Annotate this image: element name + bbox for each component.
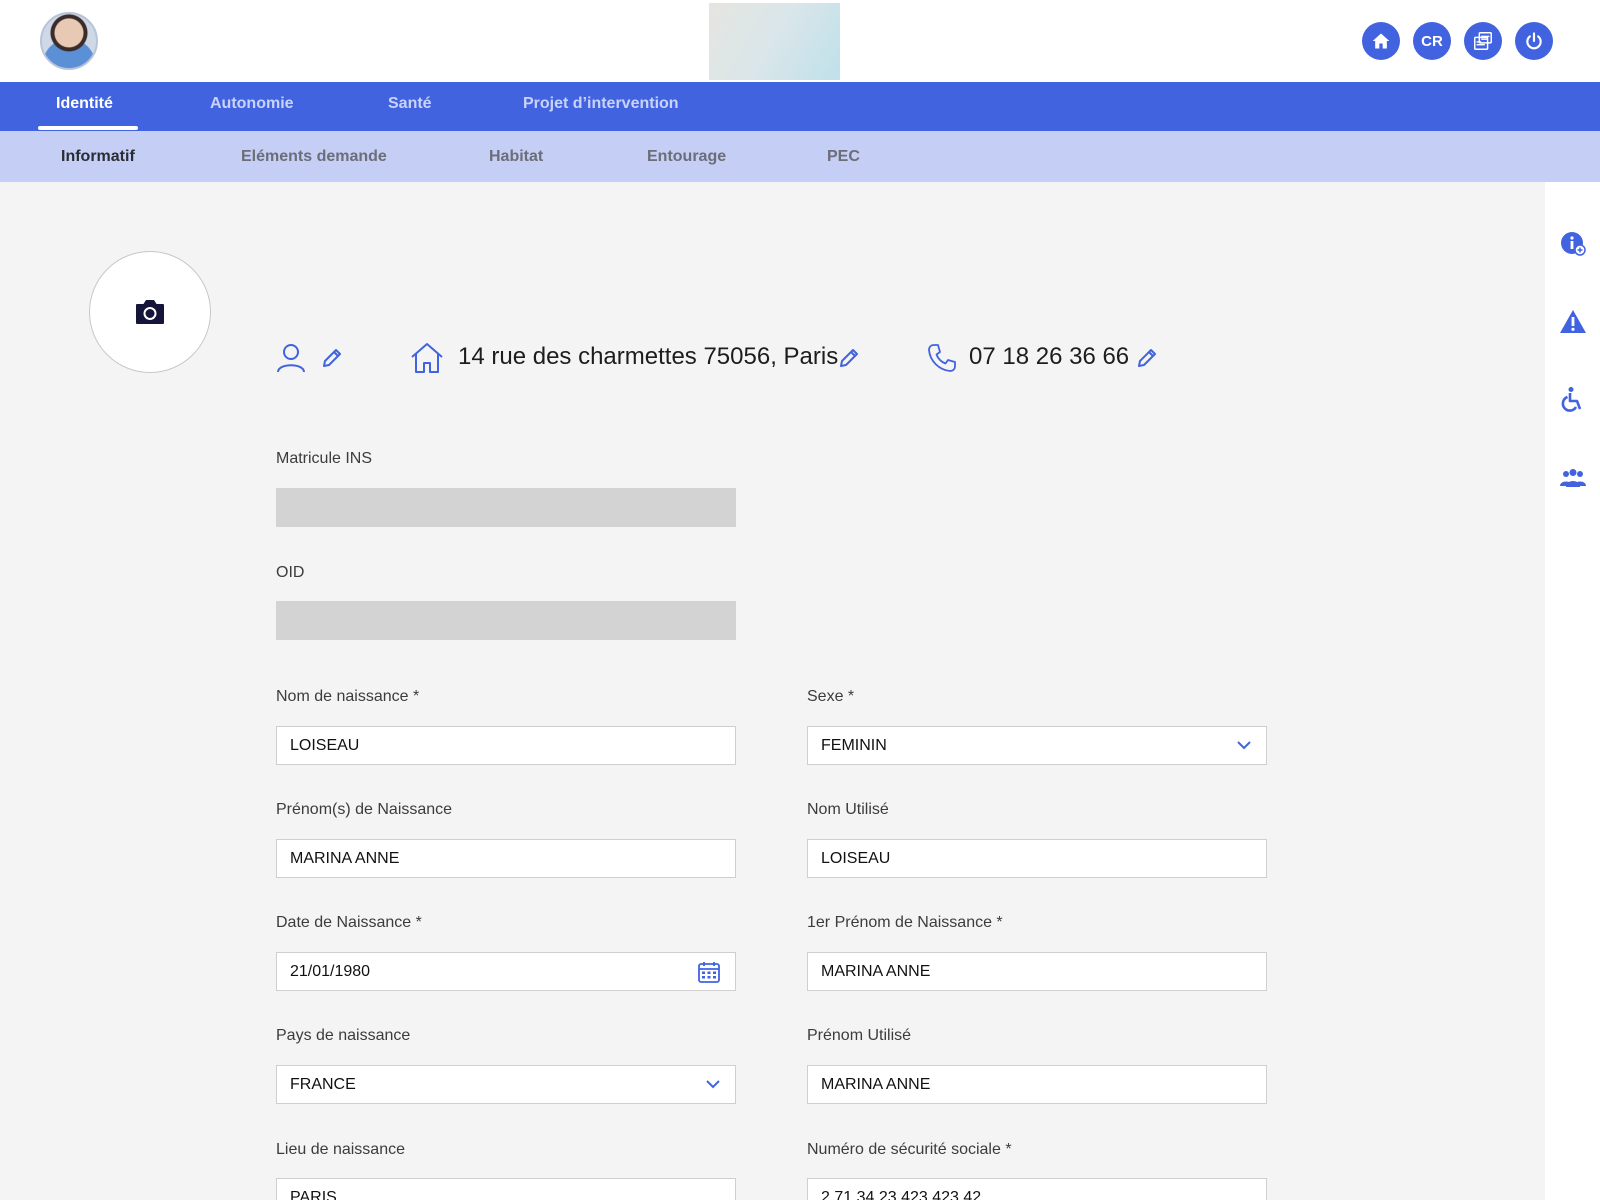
edit-phone-icon[interactable] bbox=[1135, 346, 1159, 370]
label-date-naissance: Date de Naissance * bbox=[276, 914, 422, 931]
date-naissance-value: 21/01/1980 bbox=[290, 963, 371, 980]
subtab-pec[interactable]: PEC bbox=[827, 131, 860, 182]
label-sexe: Sexe * bbox=[807, 688, 855, 705]
prenoms-naissance-field[interactable]: MARINA ANNE bbox=[276, 839, 736, 878]
subtab-entourage[interactable]: Entourage bbox=[647, 131, 726, 182]
chevron-down-icon bbox=[1237, 741, 1251, 750]
home-button[interactable] bbox=[1362, 22, 1400, 60]
right-rail bbox=[1545, 182, 1600, 1200]
nom-naissance-field[interactable]: LOISEAU bbox=[276, 726, 736, 765]
label-prenoms-naissance: Prénom(s) de Naissance bbox=[276, 801, 453, 818]
date-naissance-field[interactable]: 21/01/1980 bbox=[276, 952, 736, 991]
phone-text: 07 18 26 36 66 bbox=[969, 343, 1130, 370]
pays-naissance-select[interactable]: FRANCE bbox=[276, 1065, 736, 1104]
user-avatar[interactable] bbox=[40, 12, 98, 70]
label-matricule-ins: Matricule INS bbox=[276, 450, 373, 467]
photo-upload[interactable] bbox=[89, 251, 211, 373]
pays-naissance-value: FRANCE bbox=[290, 1076, 356, 1093]
warning-icon[interactable] bbox=[1559, 308, 1587, 336]
cr-label: CR bbox=[1421, 32, 1443, 50]
tab-sante[interactable]: Santé bbox=[388, 82, 432, 131]
calendar-icon[interactable] bbox=[697, 960, 721, 984]
label-lieu-naissance: Lieu de naissance bbox=[276, 1141, 405, 1158]
edit-address-icon[interactable] bbox=[837, 346, 861, 370]
address-text: 14 rue des charmettes 75056, Paris bbox=[458, 343, 839, 370]
subtab-habitat[interactable]: Habitat bbox=[489, 131, 543, 182]
label-pays-naissance: Pays de naissance bbox=[276, 1027, 411, 1044]
cr-button[interactable]: CR bbox=[1413, 22, 1451, 60]
person-icon bbox=[277, 344, 305, 373]
num-secu-field[interactable]: 2 71 34 23 423 423 42 bbox=[807, 1178, 1267, 1200]
home-icon bbox=[1372, 33, 1390, 49]
active-tab-indicator bbox=[38, 126, 138, 130]
label-nom-naissance: Nom de naissance * bbox=[276, 688, 420, 705]
subtab-informatif[interactable]: Informatif bbox=[61, 131, 135, 182]
sexe-value: FEMININ bbox=[821, 737, 887, 754]
premier-prenom-field[interactable]: MARINA ANNE bbox=[807, 952, 1267, 991]
prenoms-naissance-value: MARINA ANNE bbox=[290, 850, 400, 867]
lieu-naissance-field[interactable]: PARIS bbox=[276, 1178, 736, 1200]
nom-naissance-value: LOISEAU bbox=[290, 737, 360, 754]
label-nom-utilise: Nom Utilisé bbox=[807, 801, 889, 818]
sexe-select[interactable]: FEMININ bbox=[807, 726, 1267, 765]
sub-tabs: Informatif Eléments demande Habitat Ento… bbox=[0, 131, 1600, 182]
phone-icon bbox=[928, 344, 956, 372]
house-icon bbox=[411, 343, 443, 373]
logout-button[interactable] bbox=[1515, 22, 1553, 60]
wheelchair-icon[interactable] bbox=[1559, 386, 1587, 414]
prenom-utilise-value: MARINA ANNE bbox=[821, 1076, 931, 1093]
lieu-naissance-value: PARIS bbox=[290, 1189, 337, 1200]
chevron-down-icon bbox=[706, 1080, 720, 1089]
nom-utilise-field[interactable]: LOISEAU bbox=[807, 839, 1267, 878]
matricule-ins-field bbox=[276, 488, 736, 527]
nom-utilise-value: LOISEAU bbox=[821, 850, 891, 867]
top-bar: CR bbox=[0, 0, 1600, 82]
tab-projet-intervention[interactable]: Projet d’intervention bbox=[523, 82, 679, 131]
tab-identite[interactable]: Identité bbox=[56, 82, 113, 131]
prenom-utilise-field[interactable]: MARINA ANNE bbox=[807, 1065, 1267, 1104]
planning-icon bbox=[1474, 32, 1492, 50]
label-num-secu: Numéro de sécurité sociale * bbox=[807, 1141, 1012, 1158]
edit-identity-icon[interactable] bbox=[320, 346, 344, 370]
label-prenom-utilise: Prénom Utilisé bbox=[807, 1027, 912, 1044]
subtab-elements-demande[interactable]: Eléments demande bbox=[241, 131, 387, 182]
planning-button[interactable] bbox=[1464, 22, 1502, 60]
premier-prenom-value: MARINA ANNE bbox=[821, 963, 931, 980]
main-tabs: Identité Autonomie Santé Projet d’interv… bbox=[0, 82, 1600, 131]
label-premier-prenom: 1er Prénom de Naissance * bbox=[807, 914, 1003, 931]
info-icon[interactable] bbox=[1559, 230, 1587, 258]
tab-autonomie[interactable]: Autonomie bbox=[210, 82, 294, 131]
oid-field bbox=[276, 601, 736, 640]
camera-icon bbox=[136, 300, 164, 324]
app-logo bbox=[709, 3, 840, 80]
num-secu-value: 2 71 34 23 423 423 42 bbox=[821, 1189, 982, 1200]
power-icon bbox=[1526, 32, 1542, 50]
label-oid: OID bbox=[276, 564, 305, 581]
group-icon[interactable] bbox=[1559, 464, 1587, 492]
